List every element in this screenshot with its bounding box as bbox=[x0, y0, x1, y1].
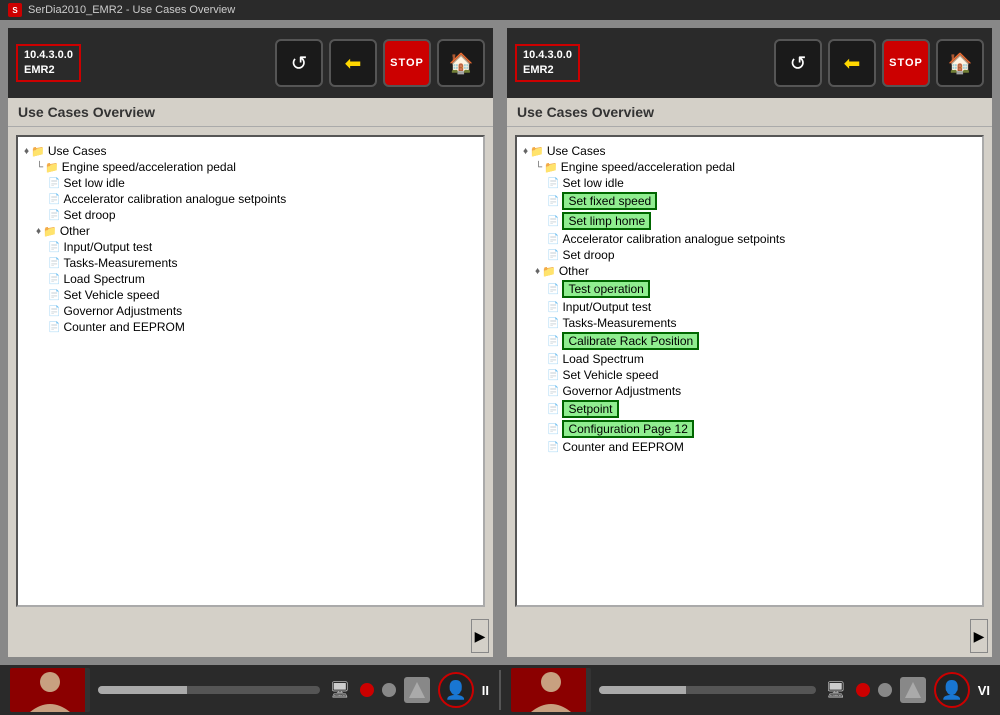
person-icon-left: 👤 bbox=[445, 680, 467, 701]
tree-root-label: Use Cases bbox=[48, 144, 107, 158]
person-circle-left[interactable]: 👤 bbox=[438, 672, 474, 708]
right-panel: 10.4.3.0.0 EMR2 ↺ ⬅ STOP 🏠 Us bbox=[505, 26, 994, 659]
person-icon-right: 👤 bbox=[940, 680, 962, 701]
tree-set-vehicle-right[interactable]: 📄 Set Vehicle speed bbox=[521, 367, 978, 383]
tree-counter-right[interactable]: 📄 Counter and EEPROM bbox=[521, 439, 978, 455]
title-text: SerDia2010_EMR2 - Use Cases Overview bbox=[28, 4, 235, 16]
back-icon: ⬅ bbox=[345, 51, 362, 76]
taskbar-label-right: VI bbox=[978, 683, 990, 698]
tree-engine-group-left[interactable]: └ 📁 Engine speed/acceleration pedal bbox=[22, 159, 479, 175]
tree-set-vehicle-left[interactable]: 📄 Set Vehicle speed bbox=[22, 287, 479, 303]
tree-set-fixed-speed-right[interactable]: 📄 Set fixed speed bbox=[521, 191, 978, 211]
tree-set-droop-left[interactable]: 📄 Set droop bbox=[22, 207, 479, 223]
tree-set-limp-home-right[interactable]: 📄 Set limp home bbox=[521, 211, 978, 231]
tree-accel-cal-right[interactable]: 📄 Accelerator calibration analogue setpo… bbox=[521, 231, 978, 247]
stop-label: STOP bbox=[390, 57, 424, 69]
tree-set-low-idle-left[interactable]: 📄 Set low idle bbox=[22, 175, 479, 191]
tree-test-op-right[interactable]: 📄 Test operation bbox=[521, 279, 978, 299]
tree-io-test-left[interactable]: 📄 Input/Output test bbox=[22, 239, 479, 255]
home-icon-right: 🏠 bbox=[948, 51, 973, 76]
right-tree-area[interactable]: ♦ 📁 Use Cases └ 📁 Engine speed/accelerat… bbox=[515, 135, 984, 607]
taskbar-label-left: II bbox=[482, 683, 489, 698]
app-icon: S bbox=[8, 3, 22, 17]
status-dot-gray-left bbox=[382, 683, 396, 697]
tree-load-spec-left[interactable]: 📄 Load Spectrum bbox=[22, 271, 479, 287]
back-btn-right[interactable]: ⬅ bbox=[828, 39, 876, 87]
home-btn-left[interactable]: 🏠 bbox=[437, 39, 485, 87]
taskbar-person-right bbox=[511, 668, 591, 712]
left-toolbar: 10.4.3.0.0 EMR2 ↺ ⬅ STOP 🏠 bbox=[8, 28, 493, 98]
tree-counter-left[interactable]: 📄 Counter and EEPROM bbox=[22, 319, 479, 335]
left-tree-area[interactable]: ♦ 📁 Use Cases └ 📁 Engine speed/accelerat… bbox=[16, 135, 485, 607]
taskbar-progress-left bbox=[98, 686, 320, 694]
back-icon-right: ⬅ bbox=[844, 51, 861, 76]
tree-config-page-right[interactable]: 📄 Configuration Page 12 bbox=[521, 419, 978, 439]
tree-cal-rack-right[interactable]: 📄 Calibrate Rack Position bbox=[521, 331, 978, 351]
taskbar-left: 🖥 👤 II bbox=[0, 668, 499, 712]
tree-set-low-idle-right[interactable]: 📄 Set low idle bbox=[521, 175, 978, 191]
right-toolbar: 10.4.3.0.0 EMR2 ↺ ⬅ STOP 🏠 bbox=[507, 28, 992, 98]
tree-other-group-left[interactable]: ♦ 📁 Other bbox=[22, 223, 479, 239]
taskbar-progress-fill-left bbox=[98, 686, 187, 694]
tree-tasks-meas-left[interactable]: 📄 Tasks-Measurements bbox=[22, 255, 479, 271]
shape-icon-left bbox=[404, 677, 430, 703]
version-box-right: 10.4.3.0.0 EMR2 bbox=[515, 44, 580, 83]
taskbar-progress-right bbox=[599, 686, 816, 694]
taskbar-person-left bbox=[10, 668, 90, 712]
tree-setpoint-right[interactable]: 📄 Setpoint bbox=[521, 399, 978, 419]
refresh-btn-left[interactable]: ↺ bbox=[275, 39, 323, 87]
status-dot-red-right bbox=[856, 683, 870, 697]
tree-root-right[interactable]: ♦ 📁 Use Cases bbox=[521, 143, 978, 159]
right-page-title: Use Cases Overview bbox=[507, 98, 992, 127]
title-bar-left: S SerDia2010_EMR2 - Use Cases Overview bbox=[0, 0, 1000, 20]
person-circle-right[interactable]: 👤 bbox=[934, 672, 970, 708]
taskbar-progress-fill-right bbox=[599, 686, 686, 694]
right-nav-arrow-right[interactable]: ▶ bbox=[970, 619, 988, 653]
left-panel: 10.4.3.0.0 EMR2 ↺ ⬅ STOP 🏠 Us bbox=[6, 26, 495, 659]
tree-load-spec-right[interactable]: 📄 Load Spectrum bbox=[521, 351, 978, 367]
refresh-icon: ↺ bbox=[291, 51, 308, 76]
tree-tasks-meas-right[interactable]: 📄 Tasks-Measurements bbox=[521, 315, 978, 331]
monitor-icon-right: 🖥 bbox=[824, 678, 848, 702]
refresh-btn-right[interactable]: ↺ bbox=[774, 39, 822, 87]
shape-icon-right bbox=[900, 677, 926, 703]
version-box-left: 10.4.3.0.0 EMR2 bbox=[16, 44, 81, 83]
tree-governor-left[interactable]: 📄 Governor Adjustments bbox=[22, 303, 479, 319]
stop-btn-left[interactable]: STOP bbox=[383, 39, 431, 87]
monitor-icon-left: 🖥 bbox=[328, 678, 352, 702]
tree-other-group-right[interactable]: ♦ 📁 Other bbox=[521, 263, 978, 279]
stop-btn-right[interactable]: STOP bbox=[882, 39, 930, 87]
tree-root-left[interactable]: ♦ 📁 Use Cases bbox=[22, 143, 479, 159]
left-page-title: Use Cases Overview bbox=[8, 98, 493, 127]
stop-label-right: STOP bbox=[889, 57, 923, 69]
connector: ♦ bbox=[24, 146, 29, 157]
tree-accel-cal-left[interactable]: 📄 Accelerator calibration analogue setpo… bbox=[22, 191, 479, 207]
tree-set-droop-right[interactable]: 📄 Set droop bbox=[521, 247, 978, 263]
taskbar-right: 🖥 👤 VI bbox=[501, 668, 1000, 712]
tree-engine-group-right[interactable]: └ 📁 Engine speed/acceleration pedal bbox=[521, 159, 978, 175]
tree-governor-right[interactable]: 📄 Governor Adjustments bbox=[521, 383, 978, 399]
status-dot-gray-right bbox=[878, 683, 892, 697]
tree-io-test-right[interactable]: 📄 Input/Output test bbox=[521, 299, 978, 315]
taskbar: 🖥 👤 II 🖥 bbox=[0, 665, 1000, 715]
refresh-icon-right: ↺ bbox=[790, 51, 807, 76]
right-nav-arrow-left[interactable]: ▶ bbox=[471, 619, 489, 653]
back-btn-left[interactable]: ⬅ bbox=[329, 39, 377, 87]
status-dot-red-left bbox=[360, 683, 374, 697]
home-btn-right[interactable]: 🏠 bbox=[936, 39, 984, 87]
home-icon: 🏠 bbox=[449, 51, 474, 76]
folder-icon: 📁 bbox=[31, 145, 45, 158]
